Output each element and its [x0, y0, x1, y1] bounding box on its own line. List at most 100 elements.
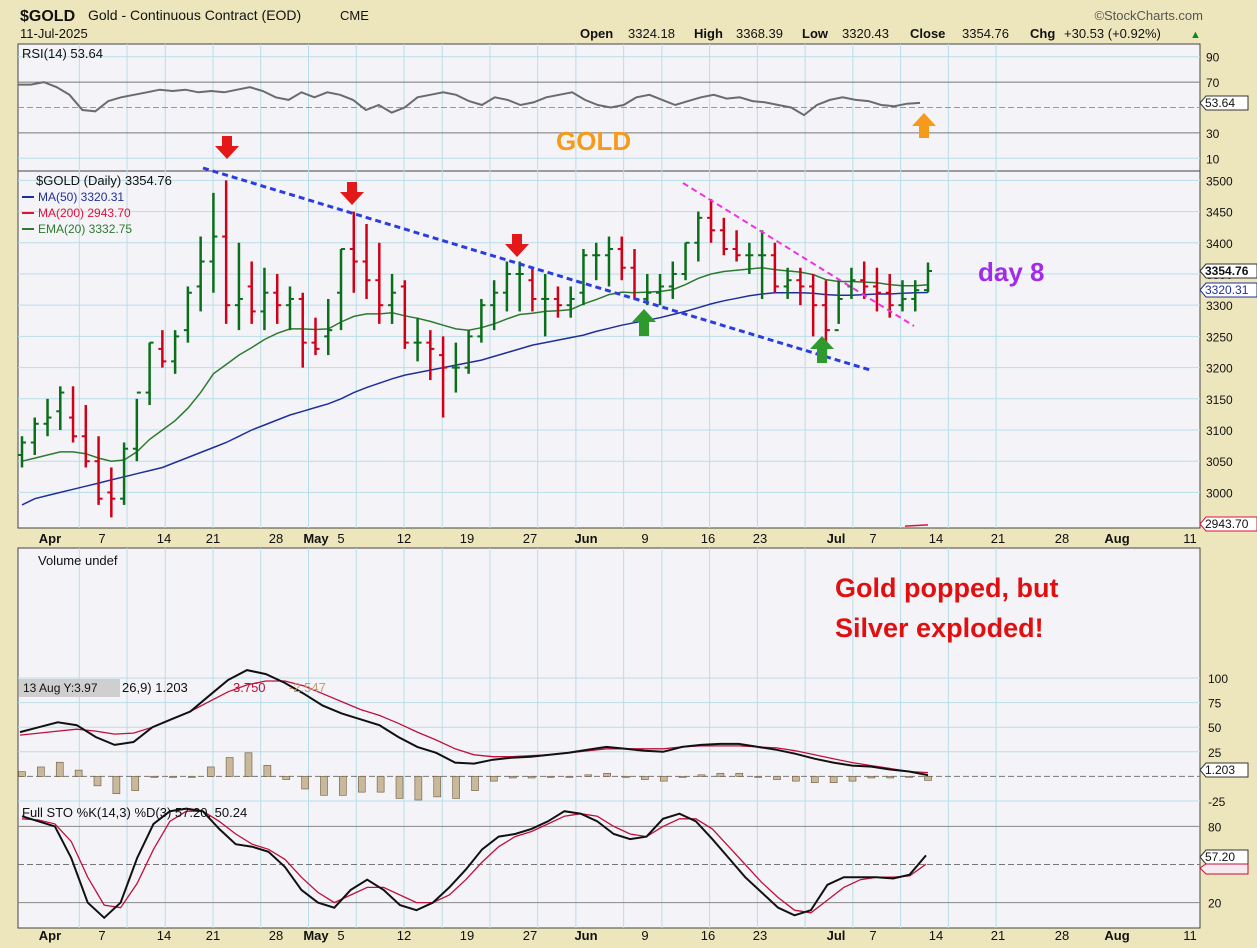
low-label: Low — [802, 26, 829, 41]
macd-histogram-bar — [773, 776, 781, 780]
macd-histogram-bar — [867, 776, 876, 779]
description: Gold - Continuous Contract (EOD) — [88, 7, 301, 23]
macd-histogram-bar — [74, 769, 83, 777]
svg-text:3354.76: 3354.76 — [1205, 264, 1249, 278]
macd-histogram-bar — [37, 766, 45, 777]
chart-date: 11-Jul-2025 — [20, 26, 88, 41]
ma50-tag: 3320.31 — [1199, 282, 1257, 298]
macd-histogram-bar — [508, 776, 517, 779]
macd-panel — [17, 677, 1201, 802]
macd-histogram-bar — [716, 772, 725, 777]
macd-histogram-bar — [754, 776, 762, 778]
macd-legend-signal: 3.750 — [233, 680, 266, 695]
x-axis-label: 9 — [641, 928, 648, 943]
x-axis-label: 12 — [397, 531, 411, 546]
macd-histogram-bar — [810, 776, 819, 783]
day-annotation: day 8 — [978, 257, 1045, 287]
x-axis-label: 9 — [641, 531, 648, 546]
chg-up-icon: ▲ — [1190, 29, 1201, 41]
macd-histogram-bar — [735, 772, 744, 777]
chart-svg: 9070301035003450340033503300325032003150… — [17, 7, 1257, 943]
x-axis-label: Aug — [1104, 531, 1129, 546]
price-tick-label: 3300 — [1206, 299, 1233, 313]
macd-histogram-bar — [414, 776, 423, 801]
macd-histogram-bar — [18, 771, 26, 777]
macd-histogram-bar — [357, 776, 366, 793]
x-axis-label: May — [303, 531, 329, 546]
price-tick-label: 3400 — [1206, 237, 1233, 251]
macd-value-tag: 1.203 — [1199, 762, 1249, 778]
price-tick-label: 3450 — [1206, 206, 1233, 220]
macd-histogram-bar — [678, 776, 687, 778]
macd-histogram-bar — [792, 776, 800, 782]
svg-text:53.64: 53.64 — [1205, 96, 1235, 110]
x-axis-label: Apr — [39, 531, 61, 546]
macd-legend-main: 26,9) 1.203 — [122, 680, 188, 695]
price-tick-label: 3200 — [1206, 362, 1233, 376]
macd-histogram-bar — [93, 776, 102, 787]
macd-histogram-bar — [131, 776, 140, 791]
macd-histogram-bar — [206, 766, 215, 777]
macd-histogram-bar — [905, 776, 913, 778]
price-tick-label: 3500 — [1206, 174, 1233, 188]
x-axis-label: 14 — [929, 928, 943, 943]
macd-histogram-bar — [339, 776, 347, 796]
macd-legend-hist: -2.547 — [289, 680, 326, 695]
x-axis-label: 28 — [269, 928, 283, 943]
x-axis-label: 5 — [337, 531, 344, 546]
svg-text:2943.70: 2943.70 — [1205, 517, 1249, 531]
macd-histogram-bar — [603, 772, 611, 777]
note-line-1: Gold popped, but — [835, 573, 1058, 603]
macd-histogram-bar — [471, 776, 479, 791]
x-axis-label: 14 — [157, 928, 171, 943]
macd-tick-label: 50 — [1208, 721, 1222, 735]
close-value: 3354.76 — [962, 26, 1009, 41]
x-axis-label: 21 — [206, 531, 220, 546]
macd-histogram-bar — [150, 776, 158, 778]
sto-value-tag: 57.20 — [1199, 849, 1249, 875]
brand: ©StockCharts.com — [1094, 8, 1203, 23]
x-axis-label: 7 — [869, 531, 876, 546]
low-value: 3320.43 — [842, 26, 889, 41]
rsi-tick-label: 70 — [1206, 76, 1220, 90]
macd-histogram-bar — [395, 776, 404, 799]
price-tick-label: 3250 — [1206, 330, 1233, 344]
ma200-tag: 2943.70 — [1199, 516, 1257, 532]
macd-tick-label: 25 — [1208, 746, 1222, 760]
macd-histogram-bar — [301, 776, 309, 790]
x-axis-label: 28 — [1055, 531, 1069, 546]
x-axis-label: 11 — [1183, 928, 1197, 943]
ema20-legend: EMA(20) 3332.75 — [38, 222, 132, 236]
tooltip-text: 13 Aug Y:3.97 — [23, 681, 98, 695]
x-axis-label: 14 — [157, 531, 171, 546]
gold-annotation: GOLD — [556, 126, 631, 156]
sto-title: Full STO %K(14,3) %D(3) 57.20, 50.24 — [22, 805, 247, 820]
x-axis-label: Jun — [574, 531, 597, 546]
macd-histogram-bar — [225, 757, 234, 777]
x-axis-label: May — [303, 928, 329, 943]
x-axis-label: 16 — [701, 531, 715, 546]
macd-histogram-bar — [641, 776, 649, 780]
rsi-value-tag: 53.64 — [1199, 95, 1249, 111]
note-line-2: Silver exploded! — [835, 613, 1044, 643]
x-axis-label: 27 — [523, 928, 537, 943]
high-label: High — [694, 26, 723, 41]
macd-histogram-bar — [924, 776, 932, 781]
macd-histogram-bar — [433, 776, 442, 798]
x-axis-label: 21 — [991, 531, 1005, 546]
price-panel — [17, 170, 1201, 529]
macd-histogram-bar — [622, 776, 630, 778]
x-axis-label: Jul — [827, 928, 846, 943]
symbol: $GOLD — [20, 8, 75, 25]
macd-histogram-bar — [55, 761, 64, 777]
macd-histogram-bar — [452, 776, 460, 799]
x-axis-label: Aug — [1104, 928, 1129, 943]
x-axis-label: 7 — [869, 928, 876, 943]
x-axis-label: 7 — [98, 928, 105, 943]
x-axis-label: 28 — [1055, 928, 1069, 943]
macd-histogram-bar — [848, 776, 857, 782]
ma200-legend: MA(200) 2943.70 — [38, 206, 131, 220]
open-label: Open — [580, 26, 613, 41]
x-axis-label: 23 — [753, 928, 767, 943]
x-axis-label: 14 — [929, 531, 943, 546]
